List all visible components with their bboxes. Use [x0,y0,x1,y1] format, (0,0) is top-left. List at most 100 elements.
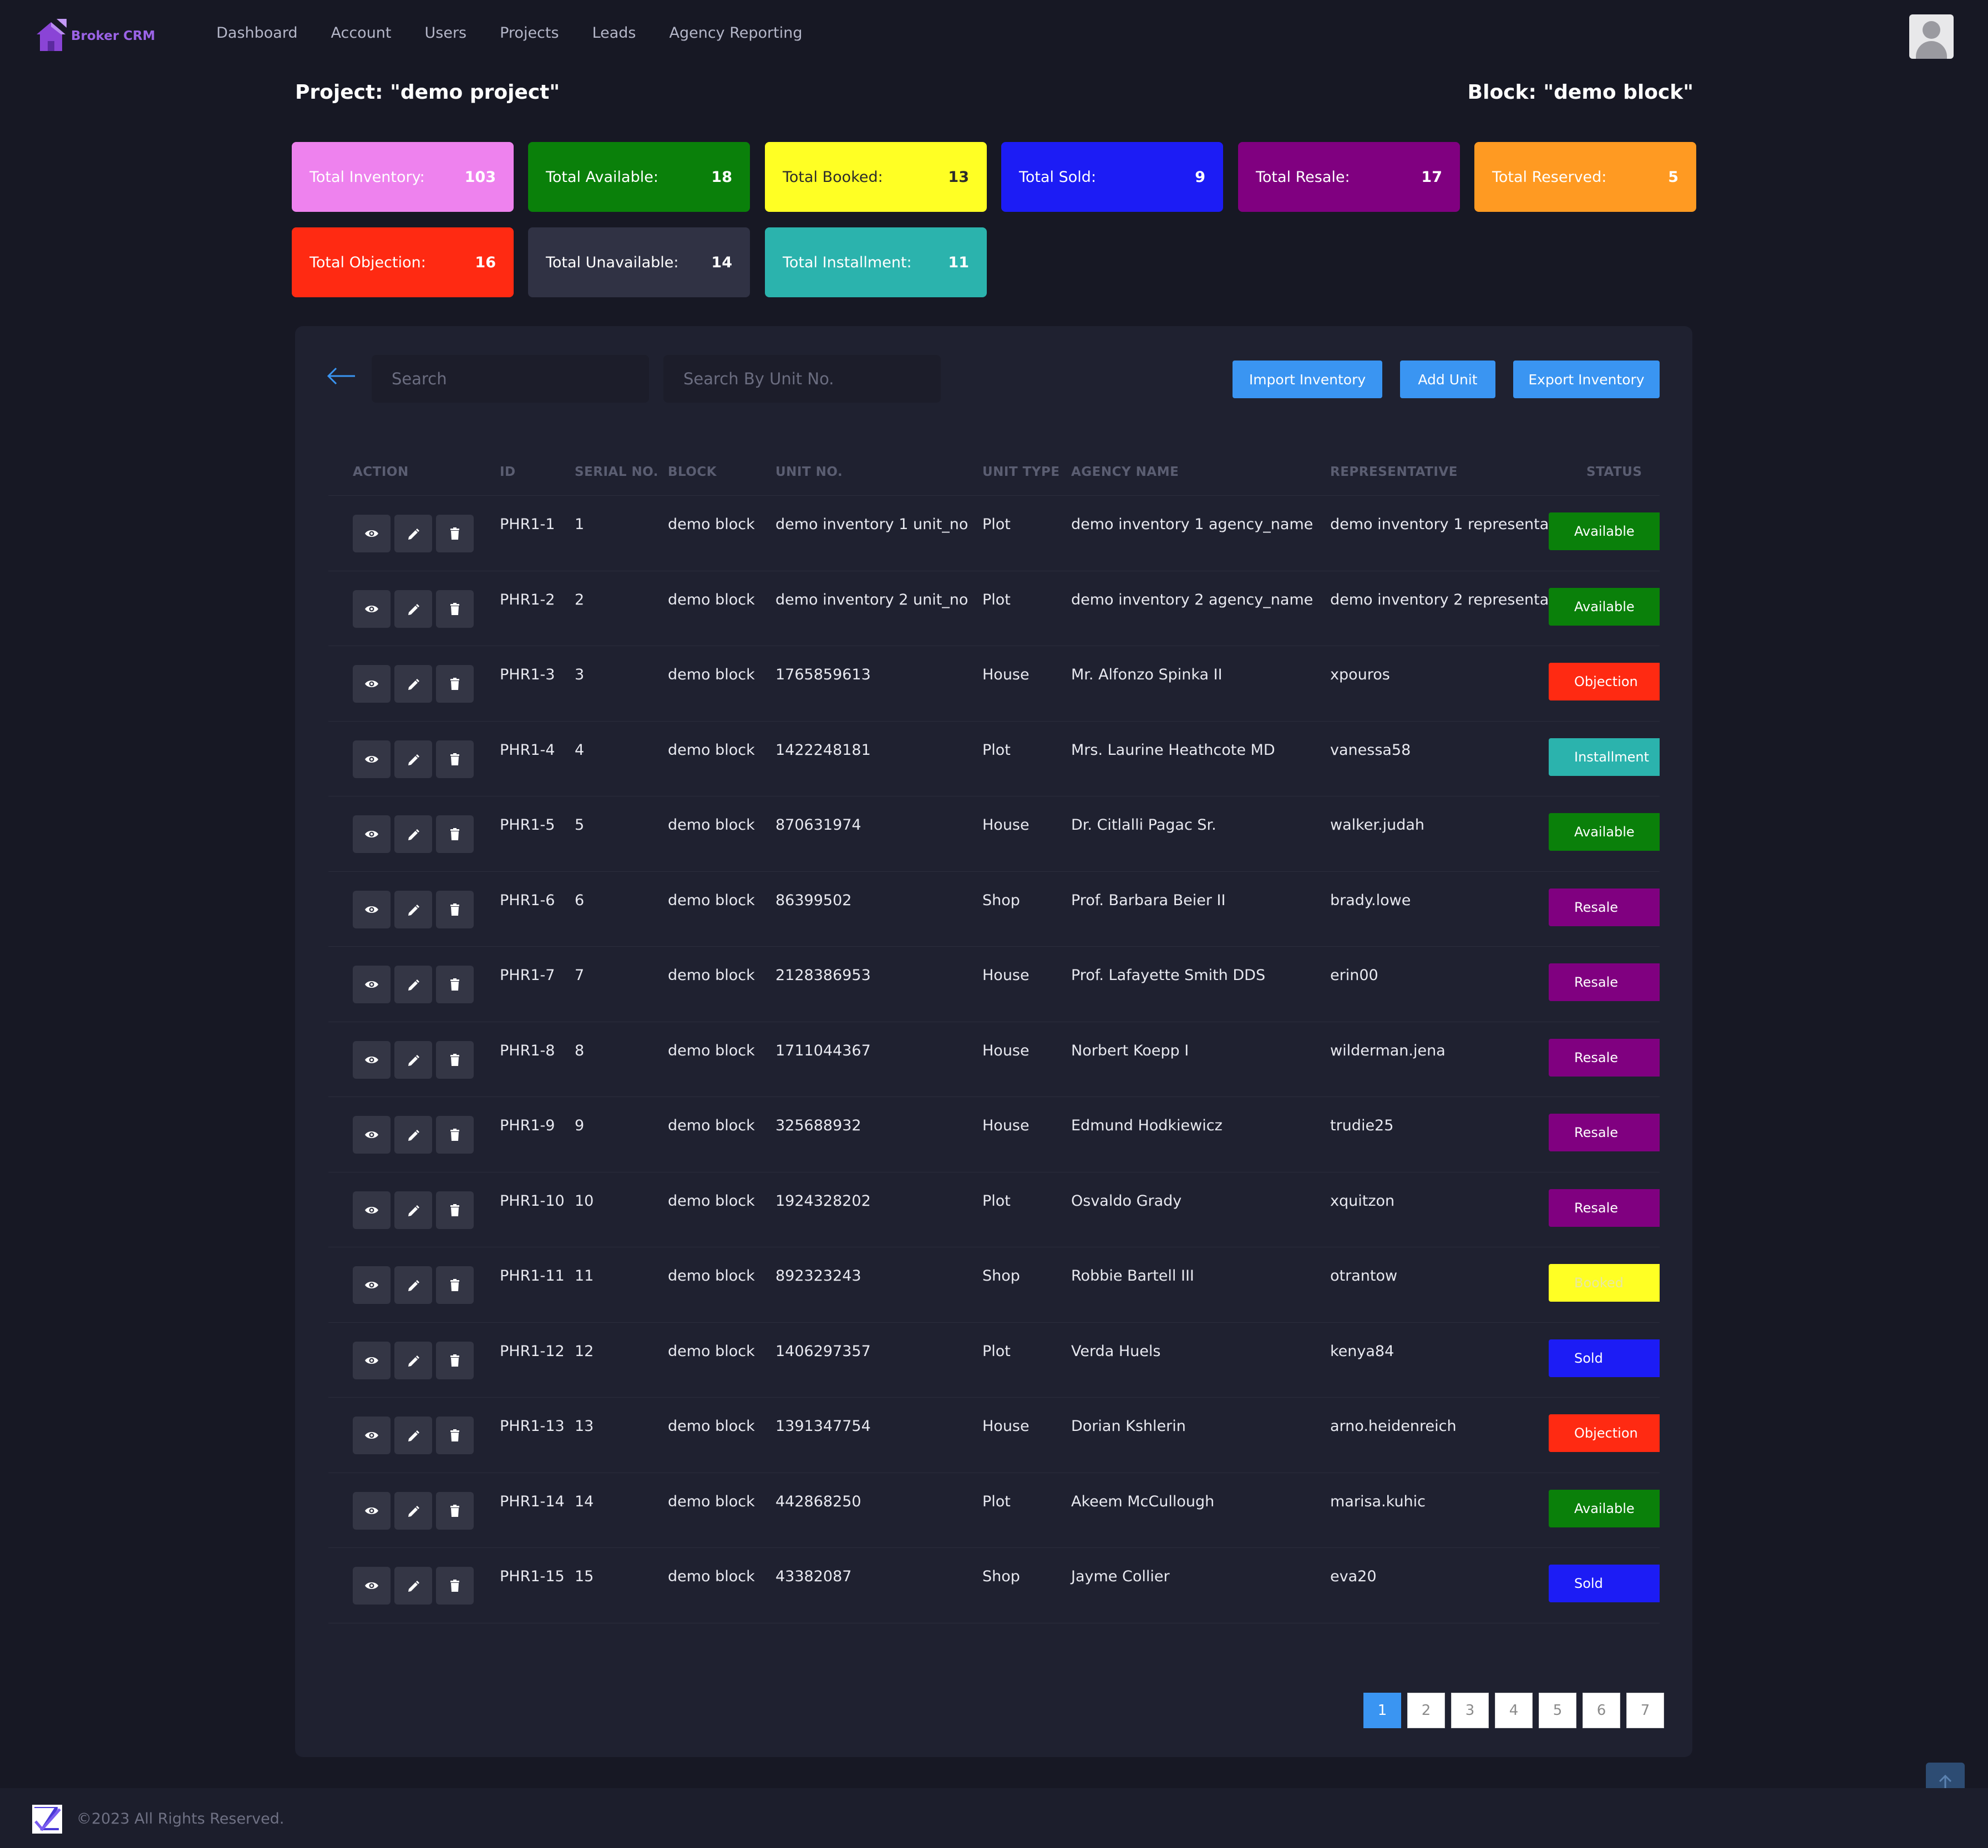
delete-button[interactable] [436,590,474,628]
cell-agency-name: Akeem McCullough [1071,1492,1215,1510]
page-button[interactable]: 7 [1626,1693,1664,1728]
cell-representative: demo inventory 2 representative [1330,591,1577,608]
pencil-icon [408,754,419,765]
stat-label: Total Unavailable: [546,253,679,271]
view-button[interactable] [353,1417,390,1454]
cell-agency-name: Edmund Hodkiewicz [1071,1117,1223,1134]
edit-button[interactable] [394,590,432,628]
view-button[interactable] [353,1191,390,1229]
cell-block: demo block [668,1418,755,1435]
page-button[interactable]: 6 [1583,1693,1620,1728]
pencil-icon [408,1205,419,1216]
cell-id: PHR1-8 [500,1042,555,1059]
eye-icon [365,1507,378,1514]
edit-button[interactable] [394,1266,432,1304]
edit-button[interactable] [394,1191,432,1229]
delete-button[interactable] [436,815,474,853]
edit-button[interactable] [394,890,432,928]
stat-label: Total Resale: [1256,168,1350,186]
delete-button[interactable] [436,1491,474,1530]
delete-button[interactable] [436,1191,474,1229]
view-button[interactable] [353,966,390,1003]
nav-account[interactable]: Account [331,24,391,42]
cell-representative: brady.lowe [1330,891,1411,909]
edit-button[interactable] [394,1040,432,1079]
nav-agency-reporting[interactable]: Agency Reporting [670,24,803,42]
edit-button[interactable] [394,1567,432,1605]
delete-button[interactable] [436,1266,474,1304]
header-representative: REPRESENTATIVE [1330,465,1458,479]
delete-button[interactable] [436,1040,474,1079]
status-badge: Objection [1549,1414,1660,1452]
broker-crm-logo-icon [37,19,67,51]
header-agency-name: AGENCY NAME [1071,465,1179,479]
view-button[interactable] [353,815,390,853]
view-button[interactable] [353,515,390,552]
delete-button[interactable] [436,1116,474,1154]
edit-button[interactable] [394,740,432,778]
view-button[interactable] [353,1040,390,1079]
delete-button[interactable] [436,1567,474,1605]
page-button[interactable]: 5 [1539,1693,1576,1728]
delete-button[interactable] [436,966,474,1003]
cell-unit-type: Shop [982,1568,1020,1585]
stat-value: 11 [948,253,969,271]
nav-leads[interactable]: Leads [592,24,636,42]
page-button[interactable]: 2 [1407,1693,1445,1728]
export-inventory-button[interactable]: Export Inventory [1513,361,1660,398]
stat-label: Total Inventory: [310,168,425,186]
status-badge: Resale [1549,1114,1660,1151]
status-badge: Sold [1549,1565,1660,1602]
page-button[interactable]: 4 [1495,1693,1533,1728]
view-button[interactable] [353,1341,390,1379]
view-button[interactable] [353,590,390,628]
edit-button[interactable] [394,1341,432,1379]
delete-button[interactable] [436,1417,474,1454]
delete-button[interactable] [436,740,474,778]
nav-projects[interactable]: Projects [500,24,559,42]
edit-button[interactable] [394,515,432,552]
unit-search-input[interactable]: Search By Unit No. [663,355,941,403]
view-button[interactable] [353,740,390,778]
add-unit-button[interactable]: Add Unit [1400,361,1495,398]
delete-button[interactable] [436,665,474,703]
cell-serial: 5 [575,816,585,834]
edit-button[interactable] [394,966,432,1003]
cell-id: PHR1-11 [500,1267,565,1285]
view-button[interactable] [353,665,390,703]
pencil-icon [408,1355,419,1367]
edit-button[interactable] [394,1417,432,1454]
trash-icon [450,753,459,765]
edit-button[interactable] [394,815,432,853]
back-arrow-icon[interactable] [326,365,357,387]
view-button[interactable] [353,1266,390,1304]
nav-dashboard[interactable]: Dashboard [216,24,297,42]
delete-button[interactable] [436,515,474,552]
stat-card: Total Reserved: 5 [1474,142,1696,212]
view-button[interactable] [353,1116,390,1154]
table-row: PHR1-3 3 demo block 1765859613 House Mr. Alfo… [328,646,1660,722]
table-row: PHR1-9 9 demo block 325688932 House Edmund Ho… [328,1097,1660,1172]
cell-unit-type: House [982,666,1030,683]
cell-representative: demo inventory 1 representative [1330,516,1577,533]
delete-button[interactable] [436,890,474,928]
view-button[interactable] [353,890,390,928]
page-button[interactable]: 1 [1363,1693,1401,1728]
brand-logo[interactable]: Broker CRM [34,18,155,54]
edit-button[interactable] [394,1491,432,1530]
table-row: PHR1-2 2 demo block demo inventory 2 unit_n… [328,571,1660,646]
table-header: ACTION ID SERIAL NO. BLOCK UNIT NO. UNIT… [328,448,1660,496]
pencil-icon [408,529,419,540]
edit-button[interactable] [394,665,432,703]
import-inventory-button[interactable]: Import Inventory [1233,361,1382,398]
delete-button[interactable] [436,1341,474,1379]
user-avatar-icon[interactable] [1909,14,1954,59]
view-button[interactable] [353,1567,390,1605]
nav-users[interactable]: Users [425,24,467,42]
page-button[interactable]: 3 [1451,1693,1489,1728]
footer: ©2023 All Rights Reserved. [0,1788,1988,1848]
cell-block: demo block [668,1342,755,1360]
search-input[interactable]: Search [372,355,649,403]
edit-button[interactable] [394,1116,432,1154]
view-button[interactable] [353,1491,390,1530]
